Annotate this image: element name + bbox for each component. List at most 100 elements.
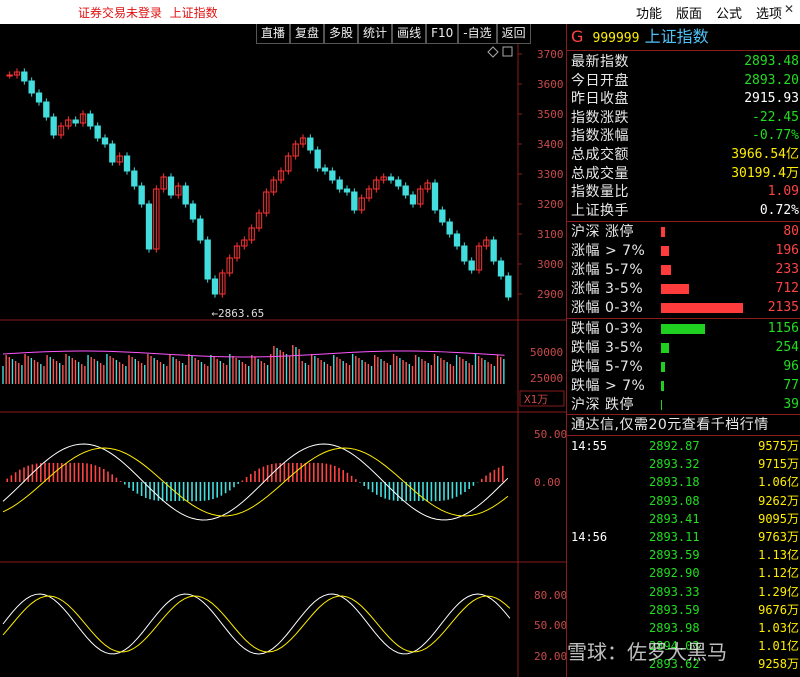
candle [453, 233, 461, 247]
field-label: 指数涨幅 [571, 128, 629, 145]
quote-field-row: 上证换手 0.72% [571, 202, 799, 220]
candle [439, 209, 446, 223]
candle [167, 176, 175, 196]
toolbar-multi[interactable]: 多股 [324, 24, 359, 44]
tick-volume: 9258万 [758, 657, 799, 672]
tick-volume: 1.13亿 [758, 548, 799, 563]
toolbar-f10[interactable]: F10 [426, 24, 459, 44]
tick-volume: 1.06亿 [758, 475, 799, 490]
toolbar-back[interactable]: 返回 [496, 24, 531, 44]
menu-formula[interactable]: 公式 [716, 3, 742, 22]
candle [101, 137, 109, 145]
chart-area[interactable]: 3700 3600 3500 3400 3300 3200 3100 3000 2900 ←286… [0, 24, 566, 677]
field-value: 2893.20 [744, 72, 799, 88]
candle [189, 203, 197, 220]
field-label: 最新指数 [571, 54, 629, 70]
breadth-bar [661, 265, 671, 275]
candle [204, 239, 211, 280]
candle [446, 221, 453, 235]
tick-row: 14:56 2893.11 9763万 [571, 528, 799, 546]
candle [72, 119, 79, 124]
login-text[interactable]: 证券交易未登录 [78, 6, 162, 20]
breadth-value: 712 [775, 281, 799, 296]
price-axis-label: 3600 [537, 78, 564, 91]
candle [321, 167, 329, 172]
kdj-panel [2, 593, 511, 655]
candle [197, 218, 204, 241]
divider [567, 414, 800, 415]
candle [138, 185, 145, 205]
close-icon[interactable]: ✕ [778, 2, 800, 22]
breadth-up-row: 涨幅 > 7% 196 [571, 242, 799, 260]
field-value: 2893.48 [744, 54, 799, 69]
breadth-value: 96 [783, 359, 799, 374]
tick-volume: 9763万 [758, 530, 799, 544]
tick-title[interactable]: 通达信,仅需20元查看千档行情 [571, 416, 799, 434]
toolbar-stats[interactable]: 统计 [358, 24, 393, 44]
breadth-bar [661, 227, 665, 237]
volume-axis-label: 50000 [530, 346, 563, 359]
quote-field-row: 昨日收盘 2915.93 [571, 90, 799, 108]
kdj-axis-label: 20.00 [534, 650, 566, 663]
toolbar-live[interactable]: 直播 [256, 24, 291, 44]
candle [123, 155, 131, 172]
tick-row: 2893.08 9262万 [571, 492, 799, 510]
field-label: 总成交额 [571, 147, 629, 163]
tick-row: 2893.59 1.13亿 [571, 546, 799, 564]
candle [131, 170, 138, 187]
menu-layout[interactable]: 版面 [676, 3, 702, 22]
price-axis-label: 3300 [537, 168, 564, 181]
axis-labels: 3700 3600 3500 3400 3300 3200 3100 3000 2900 ←286… [211, 46, 566, 663]
candle [145, 203, 153, 250]
tick-price: 2892.90 [649, 566, 700, 581]
tick-title-text[interactable]: 通达信,仅需20元查看千档行情 [571, 416, 769, 434]
quote-panel: G 999999 上证指数 最新指数 2893.48 今日开盘 2893.20 昨日收盘… [566, 24, 800, 677]
quote-marker: G [571, 27, 584, 46]
candle [387, 176, 395, 181]
candle [21, 71, 28, 82]
field-value: 0.72% [759, 202, 799, 218]
login-status[interactable]: 证券交易未登录 上证指数 [78, 4, 218, 21]
toolbar-replay[interactable]: 复盘 [290, 24, 325, 44]
candle [109, 143, 116, 163]
candle [461, 245, 468, 262]
candle [211, 278, 219, 295]
breadth-value: 2135 [767, 300, 799, 315]
field-value: 1.09 [767, 184, 799, 200]
breadth-down-row: 跌幅 0-3% 1156 [571, 320, 799, 338]
tick-volume: 9715万 [758, 457, 799, 472]
index-link[interactable]: 上证指数 [170, 6, 218, 20]
breadth-down-row: 沪深 跌停 39 [571, 396, 799, 414]
price-axis-label: 2900 [537, 288, 564, 301]
quote-field-row: 指数量比 1.09 [571, 183, 799, 201]
breadth-bar [661, 246, 669, 256]
candle [307, 137, 314, 151]
breadth-label: 涨幅 5-7% [571, 262, 644, 278]
breadth-value: 80 [783, 224, 799, 239]
breadth-value: 77 [783, 378, 799, 393]
menu-function[interactable]: 功能 [636, 3, 662, 22]
quote-field-row: 指数涨幅 -0.77% [571, 127, 799, 145]
breadth-label: 涨幅 0-3% [571, 300, 644, 316]
breadth-value: 39 [783, 397, 799, 412]
tick-price: 2893.33 [649, 584, 700, 599]
divider [567, 50, 800, 51]
top-menu-bar: 证券交易未登录 上证指数 功能 版面 公式 选项 ✕ [0, 0, 800, 24]
toolbar-draw[interactable]: 画线 [392, 24, 427, 44]
divider [567, 318, 800, 319]
quote-name: 上证指数 [644, 27, 709, 46]
tick-volume: 9575万 [758, 439, 799, 453]
divider [567, 221, 800, 222]
toolbar-remove-watch[interactable]: -自选 [458, 24, 497, 44]
quote-field-row: 总成交额 3966.54亿 [571, 146, 799, 164]
candle [351, 191, 358, 211]
breadth-label: 沪深 跌停 [571, 397, 634, 413]
quote-code: 999999 [592, 31, 640, 46]
tick-price: 2893.08 [649, 493, 700, 508]
breadth-bar [661, 362, 665, 372]
field-value: -0.77% [752, 128, 799, 144]
tick-row: 14:55 2892.87 9575万 [571, 437, 799, 455]
tick-price: 2893.41 [649, 511, 700, 526]
tick-row: 2893.41 9095万 [571, 510, 799, 528]
chart-toolbar: 直播 复盘 多股 统计 画线 F10 -自选 返回 [256, 24, 531, 44]
